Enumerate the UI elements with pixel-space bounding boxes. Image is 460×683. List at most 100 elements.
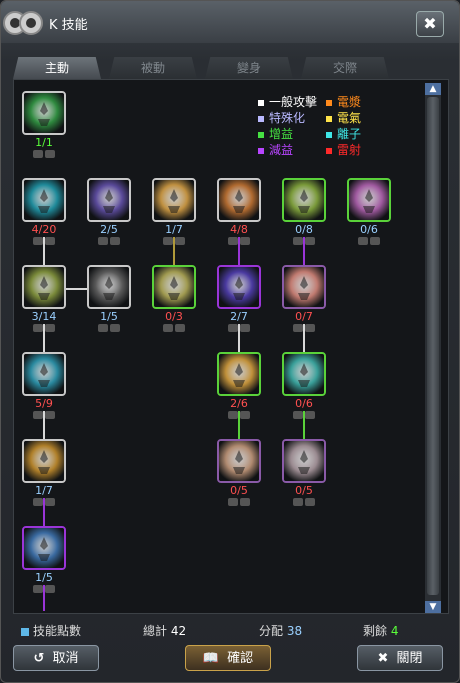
minus-icon[interactable]	[45, 497, 55, 506]
skill-slot[interactable]: 0/5	[217, 439, 261, 507]
skill-icon[interactable]	[347, 178, 391, 222]
minus-icon[interactable]	[240, 323, 250, 332]
scroll-down-icon[interactable]: ▼	[425, 601, 441, 613]
skill-slot[interactable]: 2/5	[87, 178, 131, 246]
minus-icon[interactable]	[45, 584, 55, 593]
skill-icon[interactable]	[87, 178, 131, 222]
skill-adjust-controls	[282, 323, 326, 333]
skill-slot[interactable]: 0/5	[282, 439, 326, 507]
skill-icon[interactable]	[217, 178, 261, 222]
plus-icon[interactable]	[228, 497, 238, 506]
minus-icon[interactable]	[175, 323, 185, 332]
skill-icon[interactable]	[217, 439, 261, 483]
skill-slot[interactable]: 0/6	[282, 352, 326, 420]
minus-icon[interactable]	[240, 497, 250, 506]
plus-icon[interactable]	[293, 497, 303, 506]
skill-slot[interactable]: 4/8	[217, 178, 261, 246]
minus-icon[interactable]	[240, 410, 250, 419]
skill-points-label: 技能點數	[21, 622, 81, 639]
skill-icon[interactable]	[152, 265, 196, 309]
plus-icon[interactable]	[228, 323, 238, 332]
cancel-button[interactable]: ↺ 取消	[13, 645, 99, 671]
skill-slot[interactable]: 1/5	[22, 526, 66, 594]
plus-icon[interactable]	[33, 584, 43, 593]
scroll-up-icon[interactable]: ▲	[425, 83, 441, 95]
skill-level: 1/1	[35, 136, 53, 149]
remaining-points: 剩餘 4	[363, 624, 399, 638]
plus-icon[interactable]	[33, 497, 43, 506]
minus-icon[interactable]	[305, 236, 315, 245]
skill-slot[interactable]: 0/3	[152, 265, 196, 333]
minus-icon[interactable]	[305, 497, 315, 506]
minus-icon[interactable]	[45, 410, 55, 419]
skill-icon[interactable]	[22, 352, 66, 396]
skill-slot[interactable]: 2/7	[217, 265, 261, 333]
confirm-button[interactable]: 📖 確認	[185, 645, 271, 671]
plus-icon[interactable]	[33, 323, 43, 332]
skill-adjust-controls	[22, 236, 66, 246]
minus-icon[interactable]	[45, 149, 55, 158]
skill-icon[interactable]	[152, 178, 196, 222]
legend-item: 離子	[326, 125, 386, 142]
plus-icon[interactable]	[163, 323, 173, 332]
skill-icon[interactable]	[22, 265, 66, 309]
skill-icon[interactable]	[22, 91, 66, 135]
plus-icon[interactable]	[228, 410, 238, 419]
skill-level: 0/6	[295, 397, 313, 410]
skill-icon[interactable]	[217, 352, 261, 396]
minus-icon[interactable]	[110, 323, 120, 332]
title-bar[interactable]: K 技能 ✖	[1, 1, 459, 43]
minus-icon[interactable]	[370, 236, 380, 245]
plus-icon[interactable]	[228, 236, 238, 245]
skill-slot[interactable]: 0/8	[282, 178, 326, 246]
minus-icon[interactable]	[45, 236, 55, 245]
skill-icon[interactable]	[22, 178, 66, 222]
plus-icon[interactable]	[358, 236, 368, 245]
tab-active-skills[interactable]: 主動	[13, 57, 101, 79]
plus-icon[interactable]	[163, 236, 173, 245]
close-button[interactable]: ✖ 關閉	[357, 645, 443, 671]
skill-icon[interactable]	[217, 265, 261, 309]
skill-icon[interactable]	[87, 265, 131, 309]
skill-icon[interactable]	[282, 265, 326, 309]
skill-icon[interactable]	[22, 526, 66, 570]
minus-icon[interactable]	[240, 236, 250, 245]
plus-icon[interactable]	[33, 410, 43, 419]
plus-icon[interactable]	[293, 410, 303, 419]
skill-slot[interactable]: 2/6	[217, 352, 261, 420]
scrollbar[interactable]: ▲ ▼	[425, 83, 441, 613]
skill-slot[interactable]: 3/14	[22, 265, 66, 333]
tree-connector	[65, 288, 87, 290]
game-logo-icon	[3, 11, 43, 35]
skill-icon[interactable]	[282, 439, 326, 483]
skill-adjust-controls	[217, 497, 261, 507]
minus-icon[interactable]	[45, 323, 55, 332]
scroll-thumb[interactable]	[427, 97, 439, 595]
window-title: K 技能	[49, 18, 88, 33]
plus-icon[interactable]	[98, 323, 108, 332]
plus-icon[interactable]	[33, 236, 43, 245]
skill-icon[interactable]	[282, 352, 326, 396]
skill-icon[interactable]	[22, 439, 66, 483]
skill-slot[interactable]: 1/7	[152, 178, 196, 246]
skill-icon[interactable]	[282, 178, 326, 222]
plus-icon[interactable]	[293, 236, 303, 245]
minus-icon[interactable]	[175, 236, 185, 245]
plus-icon[interactable]	[98, 236, 108, 245]
skill-slot[interactable]: 0/7	[282, 265, 326, 333]
skill-slot[interactable]: 5/9	[22, 352, 66, 420]
close-window-button[interactable]: ✖	[416, 11, 444, 37]
tab-passive-skills[interactable]: 被動	[109, 57, 197, 79]
tab-transform-skills[interactable]: 變身	[205, 57, 293, 79]
minus-icon[interactable]	[305, 410, 315, 419]
skill-slot[interactable]: 0/6	[347, 178, 391, 246]
skill-slot[interactable]: 1/1	[22, 91, 66, 159]
plus-icon[interactable]	[33, 149, 43, 158]
plus-icon[interactable]	[293, 323, 303, 332]
skill-slot[interactable]: 1/5	[87, 265, 131, 333]
skill-slot[interactable]: 1/7	[22, 439, 66, 507]
tab-social-skills[interactable]: 交際	[301, 57, 389, 79]
minus-icon[interactable]	[305, 323, 315, 332]
skill-slot[interactable]: 4/20	[22, 178, 66, 246]
minus-icon[interactable]	[110, 236, 120, 245]
